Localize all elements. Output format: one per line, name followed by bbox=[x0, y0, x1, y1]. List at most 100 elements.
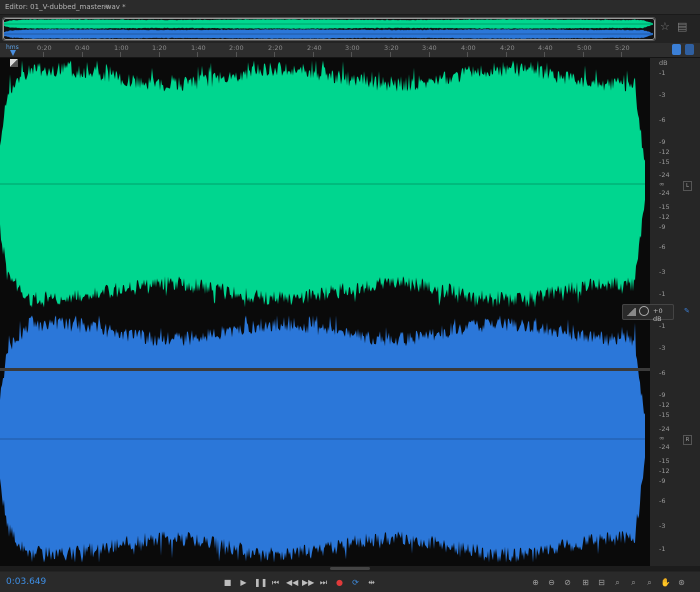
ruler-tick-mark bbox=[467, 52, 469, 57]
go-to-end-button[interactable]: ⏭ bbox=[318, 577, 329, 588]
ruler-tick-label: 4:40 bbox=[538, 44, 553, 52]
transport-bar: 0:03.649 ■ ▶ ❚❚ ⏮ ◀◀ ▶▶ ⏭ ● ⟳ ⇹ ⊕ ⊖ ⊘ ⊞ … bbox=[0, 572, 700, 592]
panel-menu-icon[interactable]: ▤ bbox=[677, 20, 687, 33]
db-header: dB bbox=[659, 59, 668, 67]
headphones-monitor-icon[interactable] bbox=[672, 44, 681, 55]
db-label: -6 bbox=[659, 243, 666, 251]
zoom-out-time-icon[interactable]: ⊟ bbox=[596, 577, 607, 588]
editor-header: Editor: 01_V-dubbed_master.wav * ≡ bbox=[0, 0, 700, 15]
loop-button[interactable]: ⟳ bbox=[350, 577, 361, 588]
zoom-in-time-icon[interactable]: ⊞ bbox=[580, 577, 591, 588]
ruler-tick-label: 1:20 bbox=[152, 44, 167, 52]
pin-icon[interactable]: ✎ bbox=[684, 307, 692, 315]
db-label: -6 bbox=[659, 369, 666, 377]
zoom-in-at-start-icon[interactable]: ⌕ bbox=[612, 577, 623, 588]
skip-selection-button[interactable]: ⇹ bbox=[366, 577, 377, 588]
stereo-waveform bbox=[0, 60, 645, 563]
rewind-button[interactable]: ◀◀ bbox=[286, 577, 298, 588]
hud-toggle-icon[interactable] bbox=[10, 59, 18, 67]
play-button[interactable]: ▶ bbox=[238, 577, 249, 588]
db-label: -3 bbox=[659, 344, 666, 352]
record-button[interactable]: ● bbox=[334, 577, 345, 588]
star-favorite-icon[interactable]: ☆ bbox=[660, 20, 670, 33]
left-channel-toggle[interactable]: L bbox=[683, 181, 692, 191]
ruler-tick-mark bbox=[235, 52, 237, 57]
db-label: -15 bbox=[659, 411, 670, 419]
ruler-tick-label: 5:20 bbox=[615, 44, 630, 52]
db-label: -15 bbox=[659, 457, 670, 465]
horizontal-scrollbar[interactable] bbox=[0, 566, 700, 571]
zoom-out-full-icon[interactable]: ⊘ bbox=[562, 577, 573, 588]
db-label: -3 bbox=[659, 91, 666, 99]
timecode-display[interactable]: 0:03.649 bbox=[6, 577, 46, 587]
zoom-selected-icon[interactable]: ⊛ bbox=[676, 577, 687, 588]
db-label: ∞ bbox=[659, 180, 665, 188]
overview-viewport-selector[interactable] bbox=[3, 18, 655, 40]
db-label: -1 bbox=[659, 290, 666, 298]
db-label: -9 bbox=[659, 223, 666, 231]
right-channel-toggle[interactable]: R bbox=[683, 435, 692, 445]
go-to-start-button[interactable]: ⏮ bbox=[270, 577, 281, 588]
ruler-tick-mark bbox=[120, 52, 122, 57]
ruler-tick-mark bbox=[428, 52, 430, 57]
stop-button[interactable]: ■ bbox=[222, 577, 233, 588]
waveform-display[interactable] bbox=[0, 58, 650, 566]
ruler-tick-label: 3:00 bbox=[345, 44, 360, 52]
ruler-tick-mark bbox=[274, 52, 276, 57]
waveform-overview[interactable] bbox=[2, 17, 656, 41]
db-label: -1 bbox=[659, 69, 666, 77]
ruler-tick-mark bbox=[312, 52, 314, 57]
zoom-amplitude-in-icon[interactable]: ⊕ bbox=[530, 577, 541, 588]
zoom-in-at-end-icon[interactable]: ⌕ bbox=[628, 577, 639, 588]
ruler-tick-label: 0:20 bbox=[37, 44, 52, 52]
volume-value: +0 dB bbox=[653, 307, 663, 323]
ruler-tick-label: 4:20 bbox=[500, 44, 515, 52]
scrollbar-thumb[interactable] bbox=[330, 567, 370, 570]
db-label: -1 bbox=[659, 322, 666, 330]
ruler-tick-label: 1:00 bbox=[114, 44, 129, 52]
db-label: -9 bbox=[659, 391, 666, 399]
channel-separator bbox=[0, 368, 650, 371]
ruler-tick-label: 2:00 bbox=[229, 44, 244, 52]
time-ruler[interactable]: hms 0:20 0:40 1:00 1:20 1:40 2:00 2:20 2… bbox=[0, 43, 700, 58]
volume-hud[interactable]: +0 dB bbox=[622, 304, 674, 323]
db-label: -3 bbox=[659, 522, 666, 530]
volume-knob[interactable] bbox=[639, 306, 649, 316]
ruler-tick-label: 2:20 bbox=[268, 44, 283, 52]
ruler-tick-mark bbox=[81, 52, 83, 57]
hand-tool-icon[interactable]: ✋ bbox=[660, 577, 671, 588]
ruler-tick-mark bbox=[197, 52, 199, 57]
db-label: -24 bbox=[659, 425, 670, 433]
ruler-tick-mark bbox=[389, 52, 391, 57]
ruler-tick-mark bbox=[582, 52, 584, 57]
db-label: -15 bbox=[659, 203, 670, 211]
ruler-tick-label: 0:40 bbox=[75, 44, 90, 52]
pin-marker-icon[interactable] bbox=[685, 44, 694, 55]
zoom-to-selection-icon[interactable]: ⌕ bbox=[644, 577, 655, 588]
ruler-tick-mark bbox=[43, 52, 44, 57]
pause-button[interactable]: ❚❚ bbox=[254, 577, 267, 588]
hamburger-menu-icon[interactable]: ≡ bbox=[103, 0, 110, 14]
db-label: ∞ bbox=[659, 434, 665, 442]
db-label: -24 bbox=[659, 189, 670, 197]
ruler-tick-label: 3:40 bbox=[422, 44, 437, 52]
ruler-tick-label: 3:20 bbox=[384, 44, 399, 52]
ruler-tick-label: 1:40 bbox=[191, 44, 206, 52]
ruler-tick-mark bbox=[351, 52, 353, 57]
db-label: -12 bbox=[659, 401, 670, 409]
ruler-tick-label: 2:40 bbox=[307, 44, 322, 52]
ruler-tick-label: 5:00 bbox=[577, 44, 592, 52]
ruler-tick-mark bbox=[505, 52, 507, 57]
ruler-tick-mark bbox=[621, 52, 623, 57]
db-label: -15 bbox=[659, 158, 670, 166]
db-label: -6 bbox=[659, 497, 666, 505]
playhead-marker[interactable] bbox=[10, 50, 16, 56]
ruler-tick-label: 4:00 bbox=[461, 44, 476, 52]
db-label: -24 bbox=[659, 171, 670, 179]
fast-forward-button[interactable]: ▶▶ bbox=[302, 577, 314, 588]
db-label: -12 bbox=[659, 467, 670, 475]
zoom-amplitude-out-icon[interactable]: ⊖ bbox=[546, 577, 557, 588]
db-label: -3 bbox=[659, 268, 666, 276]
ruler-tick-mark bbox=[544, 52, 546, 57]
db-label: -12 bbox=[659, 213, 670, 221]
